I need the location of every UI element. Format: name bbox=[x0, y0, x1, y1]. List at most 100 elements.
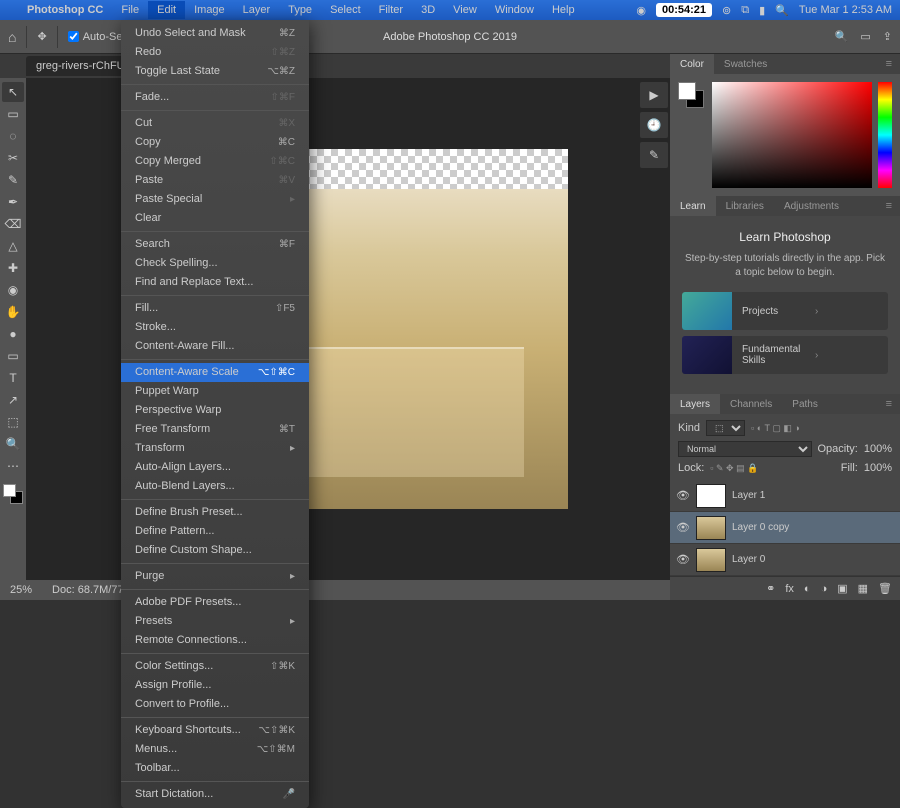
tool-2[interactable]: ◌ bbox=[2, 126, 24, 146]
wifi-icon[interactable]: ⧉ bbox=[741, 4, 749, 17]
history-panel-icon[interactable]: 🕘 bbox=[640, 112, 668, 138]
tab-libraries[interactable]: Libraries bbox=[716, 196, 774, 216]
link-layers-icon[interactable]: ⚭ bbox=[766, 582, 775, 595]
tool-13[interactable]: T bbox=[2, 368, 24, 388]
menu-item[interactable]: Stroke... bbox=[121, 318, 309, 337]
layer-row[interactable]: 👁Layer 0 bbox=[670, 544, 900, 576]
menu-item[interactable]: Presets▸ bbox=[121, 612, 309, 631]
battery-icon[interactable]: ▮ bbox=[759, 4, 765, 17]
spotlight-icon[interactable]: 🔍 bbox=[775, 4, 789, 17]
tool-4[interactable]: ✎ bbox=[2, 170, 24, 190]
menu-clock[interactable]: Tue Mar 1 2:53 AM bbox=[799, 4, 892, 16]
panel-menu-icon[interactable]: ≡ bbox=[878, 394, 900, 414]
visibility-icon[interactable]: 👁 bbox=[676, 489, 690, 502]
menu-file[interactable]: File bbox=[112, 1, 148, 19]
color-swatches[interactable] bbox=[678, 82, 706, 188]
share-icon[interactable]: ⇪ bbox=[883, 30, 892, 43]
brush-panel-icon[interactable]: ✎ bbox=[640, 142, 668, 168]
tab-color[interactable]: Color bbox=[670, 54, 714, 74]
color-field[interactable] bbox=[712, 82, 872, 188]
lock-icons[interactable]: ▫ ✎ ✥ ▤ 🔒 bbox=[710, 463, 758, 474]
menu-item[interactable]: Toggle Last State⌥⌘Z bbox=[121, 62, 309, 81]
tab-swatches[interactable]: Swatches bbox=[714, 54, 777, 74]
panel-menu-icon[interactable]: ≡ bbox=[878, 196, 900, 216]
color-swatch[interactable] bbox=[3, 484, 23, 504]
menu-item[interactable]: Convert to Profile... bbox=[121, 695, 309, 714]
menu-item[interactable]: Purge▸ bbox=[121, 567, 309, 586]
menu-item[interactable]: Fill...⇧F5 bbox=[121, 299, 309, 318]
menu-item[interactable]: Keyboard Shortcuts...⌥⇧⌘K bbox=[121, 721, 309, 740]
filter-icons[interactable]: ▫ ◐ T ▢ ◧ ◑ bbox=[751, 423, 800, 434]
tab-paths[interactable]: Paths bbox=[782, 394, 828, 414]
menu-view[interactable]: View bbox=[444, 1, 486, 19]
opacity-value[interactable]: 100% bbox=[864, 443, 892, 455]
home-icon[interactable]: ⌂ bbox=[8, 29, 16, 45]
menu-item[interactable]: Color Settings...⇧⌘K bbox=[121, 657, 309, 676]
menu-item[interactable]: Start Dictation...🎤 bbox=[121, 785, 309, 804]
tab-channels[interactable]: Channels bbox=[720, 394, 782, 414]
menu-window[interactable]: Window bbox=[486, 1, 543, 19]
tool-11[interactable]: ● bbox=[2, 324, 24, 344]
layer-row[interactable]: 👁Layer 1 bbox=[670, 480, 900, 512]
search-icon[interactable]: 🔍 bbox=[835, 30, 849, 43]
adjustment-icon[interactable]: ◑ bbox=[821, 583, 828, 595]
menu-item[interactable]: Menus...⌥⇧⌘M bbox=[121, 740, 309, 759]
fill-value[interactable]: 100% bbox=[864, 462, 892, 474]
tool-14[interactable]: ↗ bbox=[2, 390, 24, 410]
menu-item[interactable]: Define Pattern... bbox=[121, 522, 309, 541]
tool-0[interactable]: ↖ bbox=[2, 82, 24, 102]
menu-image[interactable]: Image bbox=[185, 1, 234, 19]
record-icon[interactable]: ◉ bbox=[636, 4, 646, 17]
menu-type[interactable]: Type bbox=[279, 1, 321, 19]
tab-learn[interactable]: Learn bbox=[670, 196, 716, 216]
menu-item[interactable]: Adobe PDF Presets... bbox=[121, 593, 309, 612]
tab-adjustments[interactable]: Adjustments bbox=[774, 196, 849, 216]
menu-item[interactable]: Copy⌘C bbox=[121, 133, 309, 152]
menu-item[interactable]: Content-Aware Scale⌥⇧⌘C bbox=[121, 363, 309, 382]
menu-filter[interactable]: Filter bbox=[370, 1, 412, 19]
hue-slider[interactable] bbox=[878, 82, 892, 188]
tool-16[interactable]: 🔍 bbox=[2, 434, 24, 454]
menu-3d[interactable]: 3D bbox=[412, 1, 444, 19]
zoom-level[interactable]: 25% bbox=[10, 584, 32, 596]
learn-item-fundamentals[interactable]: Fundamental Skills › bbox=[682, 336, 888, 374]
menu-item[interactable]: Toolbar... bbox=[121, 759, 309, 778]
menu-item[interactable]: Free Transform⌘T bbox=[121, 420, 309, 439]
workspace-icon[interactable]: ▭ bbox=[860, 30, 870, 43]
tab-layers[interactable]: Layers bbox=[670, 394, 720, 414]
tool-6[interactable]: ⌫ bbox=[2, 214, 24, 234]
new-layer-icon[interactable]: ▦ bbox=[858, 582, 868, 595]
menu-item[interactable]: Puppet Warp bbox=[121, 382, 309, 401]
cc-status-icon[interactable]: ⊚ bbox=[722, 4, 731, 17]
menu-item[interactable]: Remote Connections... bbox=[121, 631, 309, 650]
menu-edit[interactable]: Edit bbox=[148, 1, 185, 19]
learn-item-projects[interactable]: Projects › bbox=[682, 292, 888, 330]
menu-item[interactable]: Check Spelling... bbox=[121, 254, 309, 273]
visibility-icon[interactable]: 👁 bbox=[676, 553, 690, 566]
tool-8[interactable]: ✚ bbox=[2, 258, 24, 278]
delete-icon[interactable]: 🗑 bbox=[878, 582, 892, 595]
menu-item[interactable]: Transform▸ bbox=[121, 439, 309, 458]
group-icon[interactable]: ▣ bbox=[837, 582, 847, 595]
visibility-icon[interactable]: 👁 bbox=[676, 521, 690, 534]
menu-item[interactable]: Undo Select and Mask⌘Z bbox=[121, 24, 309, 43]
layer-row[interactable]: 👁Layer 0 copy bbox=[670, 512, 900, 544]
menu-item[interactable]: Assign Profile... bbox=[121, 676, 309, 695]
kind-select[interactable]: ⬚ bbox=[706, 420, 745, 436]
tool-12[interactable]: ▭ bbox=[2, 346, 24, 366]
panel-menu-icon[interactable]: ≡ bbox=[878, 54, 900, 74]
menu-item[interactable]: Find and Replace Text... bbox=[121, 273, 309, 292]
tool-7[interactable]: △ bbox=[2, 236, 24, 256]
move-tool-icon[interactable]: ✥ bbox=[37, 30, 46, 43]
tool-17[interactable]: ⋯ bbox=[2, 456, 24, 476]
menu-app[interactable]: Photoshop CC bbox=[18, 1, 112, 19]
mask-icon[interactable]: ◐ bbox=[804, 583, 811, 595]
menu-help[interactable]: Help bbox=[543, 1, 584, 19]
blend-mode-select[interactable]: Normal bbox=[678, 441, 812, 457]
tool-3[interactable]: ✂ bbox=[2, 148, 24, 168]
tool-1[interactable]: ▭ bbox=[2, 104, 24, 124]
menu-item[interactable]: Perspective Warp bbox=[121, 401, 309, 420]
fx-icon[interactable]: fx bbox=[785, 583, 794, 595]
menu-layer[interactable]: Layer bbox=[234, 1, 280, 19]
tool-5[interactable]: ✒ bbox=[2, 192, 24, 212]
